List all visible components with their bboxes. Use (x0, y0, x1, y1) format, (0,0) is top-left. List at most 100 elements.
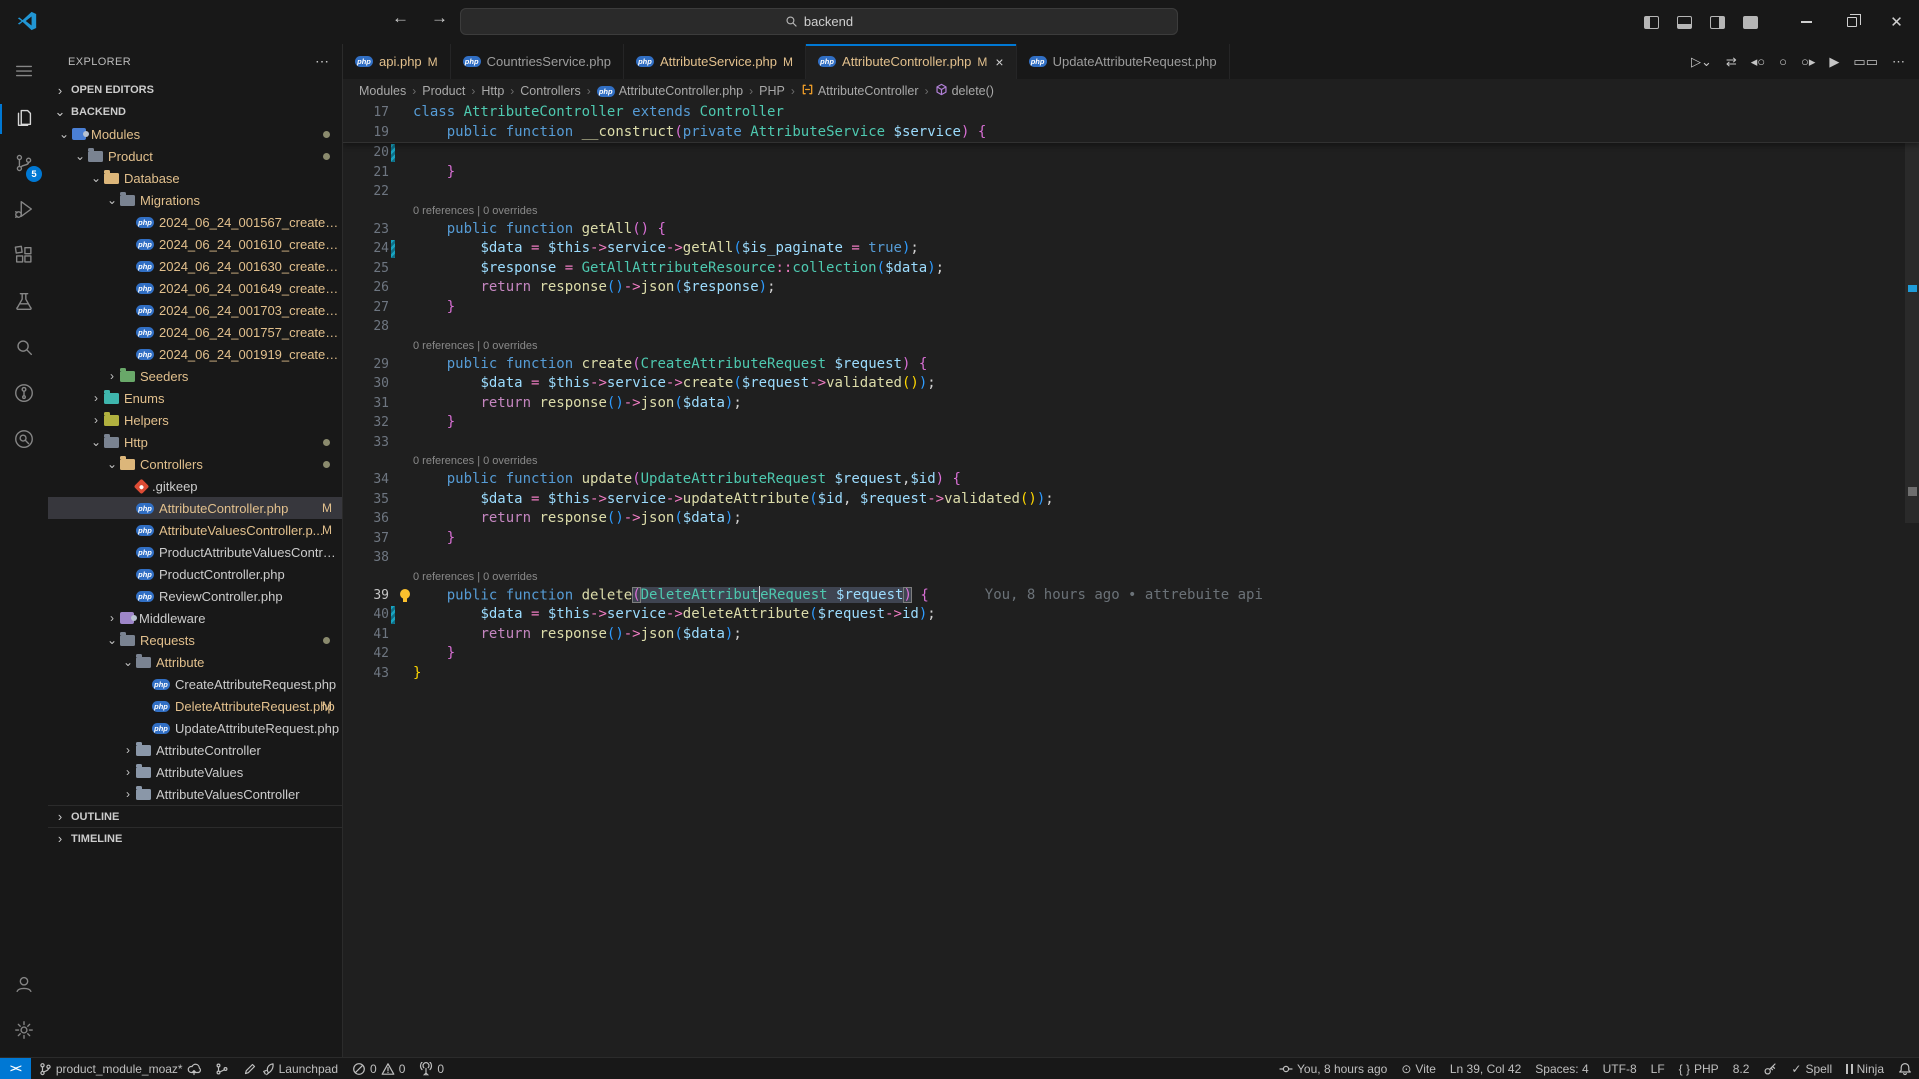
status-php-version[interactable]: 8.2 (1726, 1058, 1757, 1079)
status-ninja[interactable]: Ninja (1839, 1058, 1891, 1079)
tree-item-database[interactable]: ⌄Database (48, 167, 342, 189)
tree-item-attribute[interactable]: ⌄Attribute (48, 651, 342, 673)
toggle-blame-annotations-icon[interactable]: ○ (1779, 54, 1787, 69)
code-line-24[interactable]: 24 $data = $this->service->getAll($is_pa… (343, 239, 1919, 259)
tree-item-productattributevaluescontroller-[interactable]: phpProductAttributeValuesController... (48, 541, 342, 563)
tree-item-http[interactable]: ⌄Http (48, 431, 342, 453)
tree-item-attributecontroller-php[interactable]: phpAttributeController.phpM (48, 497, 342, 519)
tree-item-product[interactable]: ⌄Product (48, 145, 342, 167)
code-line-29[interactable]: 29 public function create(CreateAttribut… (343, 355, 1919, 375)
explorer-more-actions-icon[interactable]: ⋯ (315, 53, 330, 70)
tree-item-controllers[interactable]: ⌄Controllers (48, 453, 342, 475)
split-editor-icon[interactable]: ▭▭ (1853, 54, 1878, 70)
tab-api-php[interactable]: phpapi.phpM (343, 44, 451, 79)
command-center-search[interactable]: backend (460, 8, 1178, 35)
code-line-32[interactable]: 32 } (343, 413, 1919, 433)
breadcrumb-item-attributecontroller-php[interactable]: phpAttributeController.php (597, 84, 743, 98)
toggle-primary-sidebar-icon[interactable] (1644, 16, 1659, 29)
tab-updateattributerequest-php[interactable]: phpUpdateAttributeRequest.php (1017, 44, 1230, 79)
toggle-secondary-sidebar-icon[interactable] (1710, 16, 1725, 29)
minimize-button[interactable] (1784, 0, 1829, 44)
tree-item-2024-06-24-001919-create-revie-[interactable]: php2024_06_24_001919_create_revie... (48, 343, 342, 365)
status-remote[interactable]: >< (0, 1058, 31, 1079)
tree-item-2024-06-24-001649-create-attri-[interactable]: php2024_06_24_001649_create_attri... (48, 277, 342, 299)
status-language-mode[interactable]: { }PHP (1672, 1058, 1726, 1079)
activity-bar-gitlens-inspect[interactable] (0, 418, 48, 464)
more-actions-icon[interactable]: ⋯ (1892, 54, 1905, 70)
previous-change-icon[interactable]: ◂○ (1751, 54, 1765, 70)
code-line-42[interactable]: 42 } (343, 644, 1919, 664)
tree-item-middleware[interactable]: ›Middleware (48, 607, 342, 629)
status-intelephense-key[interactable] (1756, 1058, 1784, 1079)
status-spell-checker[interactable]: ✓Spell (1784, 1058, 1839, 1079)
code-line-30[interactable]: 30 $data = $this->service->create($reque… (343, 374, 1919, 394)
breadcrumb-item-php[interactable]: PHP (759, 84, 785, 98)
nav-forward-button[interactable]: → (431, 8, 448, 28)
close-button[interactable]: ✕ (1874, 0, 1919, 44)
code-line-31[interactable]: 31 return response()->json($data); (343, 394, 1919, 414)
customize-layout-icon[interactable] (1743, 16, 1758, 29)
code-line-36[interactable]: 36 return response()->json($data); (343, 509, 1919, 529)
status-vite[interactable]: ⊙Vite (1394, 1058, 1443, 1079)
code-line-39[interactable]: 39 public function delete(DeleteAttribut… (343, 586, 1919, 606)
code-line-43[interactable]: 43} (343, 664, 1919, 684)
activity-bar-testing[interactable] (0, 280, 48, 326)
code-line-25[interactable]: 25 $response = GetAllAttributeResource::… (343, 259, 1919, 279)
activity-bar-extensions[interactable] (0, 234, 48, 280)
tree-item-2024-06-24-001703-create-prod-[interactable]: php2024_06_24_001703_create_prod... (48, 299, 342, 321)
code-line-20[interactable]: 20 (343, 143, 1919, 163)
status-indentation[interactable]: Spaces: 4 (1528, 1058, 1595, 1079)
tree-item-2024-06-24-001630-create-attri-[interactable]: php2024_06_24_001630_create_attri... (48, 255, 342, 277)
status-commit-graph[interactable] (208, 1058, 236, 1079)
tree-item-modules[interactable]: ⌄Modules (48, 123, 342, 145)
status-ports[interactable]: 0 (412, 1058, 451, 1079)
breadcrumb-item-controllers[interactable]: Controllers (520, 84, 580, 98)
breadcrumb-item-http[interactable]: Http (481, 84, 504, 98)
code-line-37[interactable]: 37 } (343, 529, 1919, 549)
tree-item-2024-06-24-001610-create-prod-[interactable]: php2024_06_24_001610_create_prod... (48, 233, 342, 255)
section-open-editors[interactable]: ›OPEN EDITORS (48, 79, 342, 101)
code-line-17[interactable]: 17class AttributeController extends Cont… (343, 103, 1919, 123)
code-line-40[interactable]: 40 $data = $this->service->deleteAttribu… (343, 605, 1919, 625)
tree-item-attributecontroller[interactable]: ›AttributeController (48, 739, 342, 761)
code-line-26[interactable]: 26 return response()->json($response); (343, 278, 1919, 298)
status-blame-status[interactable]: You, 8 hours ago (1272, 1058, 1394, 1079)
next-change-icon[interactable]: ○▸ (1801, 54, 1815, 70)
tree-item-updateattributerequest-php[interactable]: phpUpdateAttributeRequest.php (48, 717, 342, 739)
code-line-27[interactable]: 27 } (343, 298, 1919, 318)
code-line-21[interactable]: 21 } (343, 163, 1919, 183)
nav-back-button[interactable]: ← (392, 8, 409, 28)
tree-item-enums[interactable]: ›Enums (48, 387, 342, 409)
codelens-references[interactable]: 0 references | 0 overrides (343, 337, 1919, 355)
run-code-icon[interactable]: ▶ (1829, 54, 1839, 70)
tree-item-2024-06-24-001757-create-prod-[interactable]: php2024_06_24_001757_create_prod... (48, 321, 342, 343)
tab-attributeservice-php[interactable]: phpAttributeService.phpM (624, 44, 806, 79)
activity-bar-gitlens[interactable] (0, 372, 48, 418)
codelens-references[interactable]: 0 references | 0 overrides (343, 568, 1919, 586)
activity-bar-settings[interactable] (0, 1009, 48, 1055)
code-line-28[interactable]: 28 (343, 317, 1919, 337)
status-eol[interactable]: LF (1644, 1058, 1672, 1079)
status-git-branch[interactable]: product_module_moaz* (31, 1058, 208, 1079)
activity-bar-accounts[interactable] (0, 963, 48, 1009)
code-line-33[interactable]: 33 (343, 433, 1919, 453)
codelens-references[interactable]: 0 references | 0 overrides (343, 452, 1919, 470)
toggle-panel-icon[interactable] (1677, 16, 1692, 29)
code-line-34[interactable]: 34 public function update(UpdateAttribut… (343, 470, 1919, 490)
restore-button[interactable] (1829, 0, 1874, 44)
open-changes-icon[interactable]: ⇄ (1726, 54, 1737, 70)
section-root-folder[interactable]: ⌄BACKEND (48, 101, 342, 123)
activity-bar-search[interactable] (0, 326, 48, 372)
tree-item-attributevaluescontroller-p-[interactable]: phpAttributeValuesController.p...M (48, 519, 342, 541)
code-line-38[interactable]: 38 (343, 548, 1919, 568)
tree-item-attributevalues[interactable]: ›AttributeValues (48, 761, 342, 783)
run-php-icon[interactable]: ▷⌄ (1691, 54, 1712, 70)
tab-close-icon[interactable]: × (995, 54, 1003, 70)
status-launchpad[interactable]: Launchpad (236, 1058, 345, 1079)
tree-item-2024-06-24-001567-create-prod-[interactable]: php2024_06_24_001567_create_prod... (48, 211, 342, 233)
code-editor[interactable]: 17class AttributeController extends Cont… (343, 103, 1919, 1057)
tree-item--gitkeep[interactable]: .gitkeep (48, 475, 342, 497)
activity-bar-explorer[interactable] (0, 96, 48, 142)
activity-bar-source-control[interactable]: 5 (0, 142, 48, 188)
code-line-22[interactable]: 22 (343, 182, 1919, 202)
